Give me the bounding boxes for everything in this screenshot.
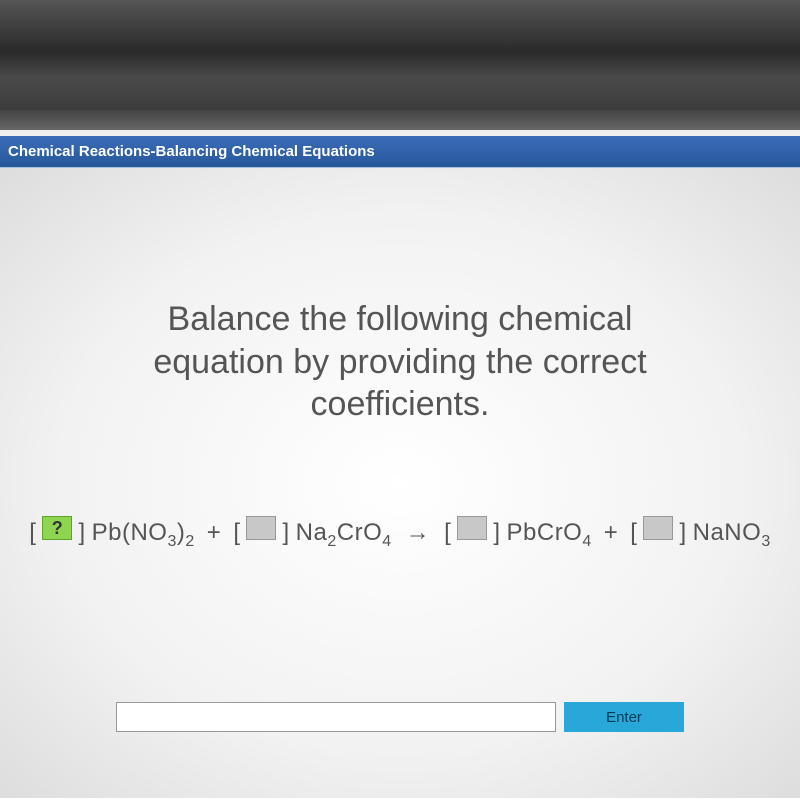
instruction-line-3: coefficients.	[153, 383, 646, 426]
window-title: Chemical Reactions-Balancing Chemical Eq…	[8, 143, 375, 160]
answer-row: Enter	[116, 702, 684, 732]
species-3: PbCrO4	[507, 519, 592, 551]
species-4: NaNO3	[693, 519, 771, 551]
coefficient-input-2[interactable]	[246, 516, 276, 540]
coefficient-input-3[interactable]	[457, 516, 487, 540]
instruction-line-2: equation by providing the correct	[153, 341, 646, 384]
instruction-text: Balance the following chemical equation …	[153, 298, 646, 426]
chemical-equation: [ ] Pb(NO3)2 + [ ] Na2CrO4 → [ ] PbCrO4 …	[29, 516, 770, 551]
answer-input[interactable]	[116, 702, 556, 732]
device-bezel-top	[0, 0, 800, 130]
instruction-line-1: Balance the following chemical	[153, 298, 646, 341]
enter-button[interactable]: Enter	[564, 702, 684, 732]
species-2: Na2CrO4	[296, 519, 392, 551]
content-area: Balance the following chemical equation …	[0, 168, 800, 798]
coefficient-input-4[interactable]	[643, 516, 673, 540]
window-title-bar: Chemical Reactions-Balancing Chemical Eq…	[0, 136, 800, 168]
reaction-arrow: →	[398, 519, 439, 547]
app-window: Chemical Reactions-Balancing Chemical Eq…	[0, 130, 800, 800]
plus-1: +	[201, 519, 228, 547]
plus-2: +	[598, 519, 625, 547]
species-1: Pb(NO3)2	[92, 519, 195, 551]
coefficient-input-1[interactable]	[42, 516, 72, 540]
